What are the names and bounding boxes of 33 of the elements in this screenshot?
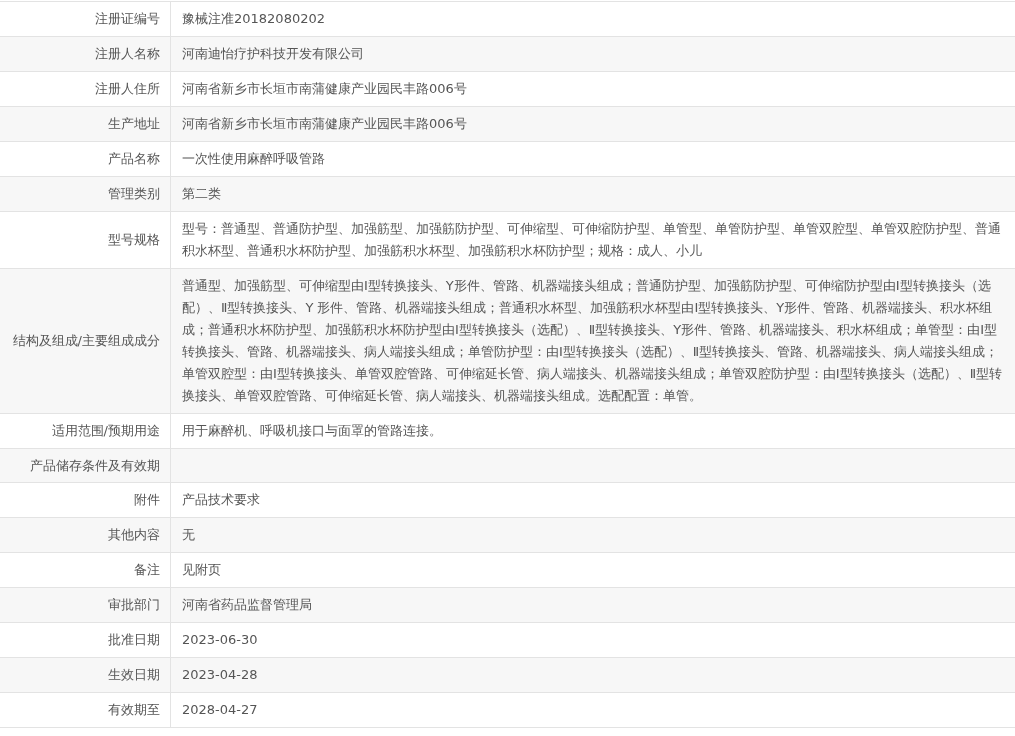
field-value: 产品技术要求 [181,491,261,509]
field-value: 河南省新乡市长垣市南蒲健康产业园民丰路006号 [181,115,468,133]
field-label: 有效期至 [0,693,171,727]
field-value: 一次性使用麻醉呼吸管路 [181,150,326,168]
field-value: 用于麻醉机、呼吸机接口与面罩的管路连接。 [181,422,443,440]
field-value: 2023-06-30 [181,631,259,649]
field-value: 河南省药品监督管理局 [181,596,313,614]
field-value: 2023-04-28 [181,666,259,684]
field-value: 第二类 [181,185,222,203]
field-label: 型号规格 [0,212,171,268]
field-value: 无 [181,526,196,544]
field-label: 附件 [0,483,171,517]
field-label: 生效日期 [0,658,171,692]
field-value: 河南迪怡疗护科技开发有限公司 [181,45,365,63]
field-label: 管理类别 [0,177,171,211]
field-value: 型号：普通型、普通防护型、加强筋型、加强筋防护型、可伸缩型、可伸缩防护型、单管型、单管防护型、单管双腔型、单管双腔防护型、普通积水杯型、普通积水杯防护型、加强筋积水杯型、加强筋积水杯防护型；规格：成人、小儿 [181,220,1002,260]
field-label: 注册证编号 [0,2,171,36]
field-label: 备注 [0,553,171,587]
field-label: 适用范围/预期用途 [0,414,171,448]
field-value: 河南省新乡市长垣市南蒲健康产业园民丰路006号 [181,80,468,98]
field-label: 产品储存条件及有效期 [0,449,171,482]
field-value: 见附页 [181,561,222,579]
field-label: 注册人名称 [0,37,171,71]
field-label: 批准日期 [0,623,171,657]
field-label: 注册人住所 [0,72,171,106]
field-label: 审批部门 [0,588,171,622]
field-value: 豫械注准20182080202 [181,10,326,28]
field-label: 生产地址 [0,107,171,141]
field-value: 2028-04-27 [181,701,259,719]
field-value: 普通型、加强筋型、可伸缩型由Ⅰ型转换接头、Y形件、管路、机器端接头组成；普通防护型、加强筋防护型、可伸缩防护型由Ⅰ型转换接头（选配）、Ⅱ型转换接头、Y 形件、管路、机器端接头组成；普通积水杯型、加强筋积水杯型由Ⅰ型转换接头、Y形件、管路、机器端接头、积水杯组成；普通积水杯防护型、加强筋积水杯防护型由Ⅰ型转换接头（选配）、Ⅱ型转换接头、Y形件、管路、机器端接头、积水杯组成；单管型：由Ⅰ型转换接头、管路、机器端接头、病人端接头组成；单管防护型：由Ⅰ型转换接头（选配）、Ⅱ型转换接头、管路、机器端接头、病人端接头组成；单管双腔型：由Ⅰ型转换接头、单管双腔管路、可伸缩延长管、病人端接头、机器端接头组成；单管双腔防护型：由Ⅰ型转换接头（选配）、Ⅱ型转换接头、单管双腔管路、可伸缩延长管、病人端接头、机器端接头组成。选配配置：单管。 [181,277,1004,405]
field-label: 结构及组成/主要组成成分 [0,269,171,413]
field-label: 产品名称 [0,142,171,176]
field-label: 其他内容 [0,518,171,552]
